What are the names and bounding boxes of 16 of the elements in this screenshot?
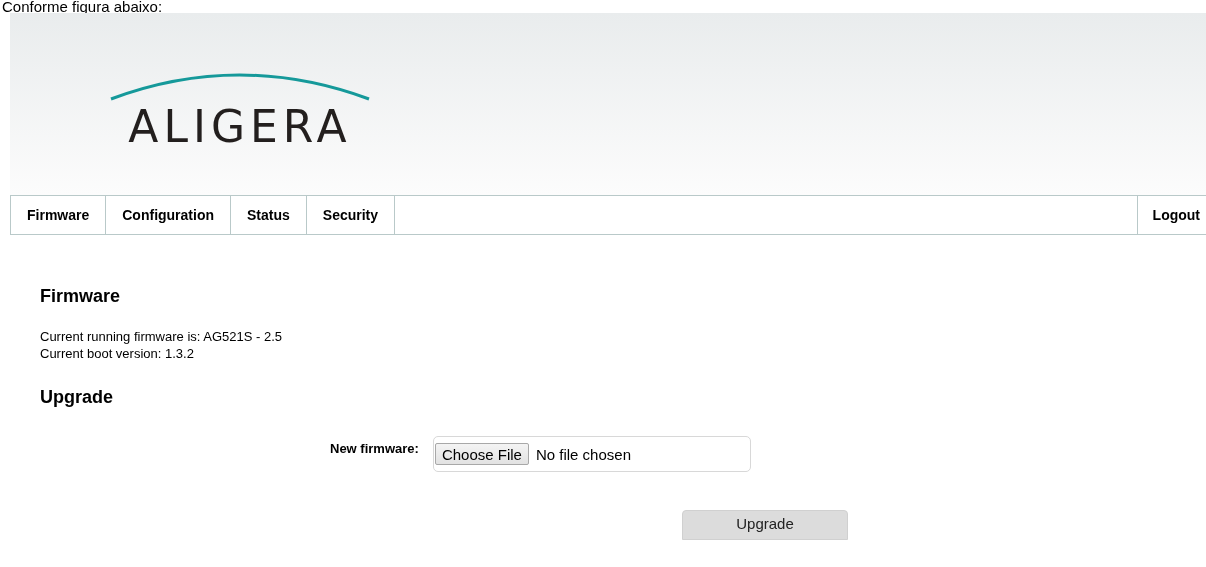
logout-link[interactable]: Logout — [1137, 196, 1206, 234]
nav-link[interactable]: Firmware — [11, 196, 107, 234]
section-heading: Firmware — [40, 285, 122, 307]
info-text: Current running firmware is: AG521S - 2.5 — [40, 328, 284, 345]
section-heading: Upgrade — [40, 386, 114, 408]
logo-text: ALIGERA — [128, 103, 352, 151]
nav-link[interactable]: Security — [306, 196, 396, 234]
field-label: New firmware: — [330, 441, 419, 456]
nav-link[interactable]: Configuration — [106, 196, 231, 234]
file-input-field[interactable]: Choose File No file chosen — [432, 436, 751, 472]
intro-text: Conforme figura abaixo: — [1, 0, 164, 13]
info-text: Current boot version: 1.3.2 — [40, 345, 195, 362]
file-status-text: No file chosen — [535, 445, 631, 463]
nav-link[interactable]: Status — [231, 196, 307, 234]
upgrade-button[interactable]: Upgrade — [682, 510, 848, 540]
choose-file-button[interactable]: Choose File — [434, 443, 529, 465]
